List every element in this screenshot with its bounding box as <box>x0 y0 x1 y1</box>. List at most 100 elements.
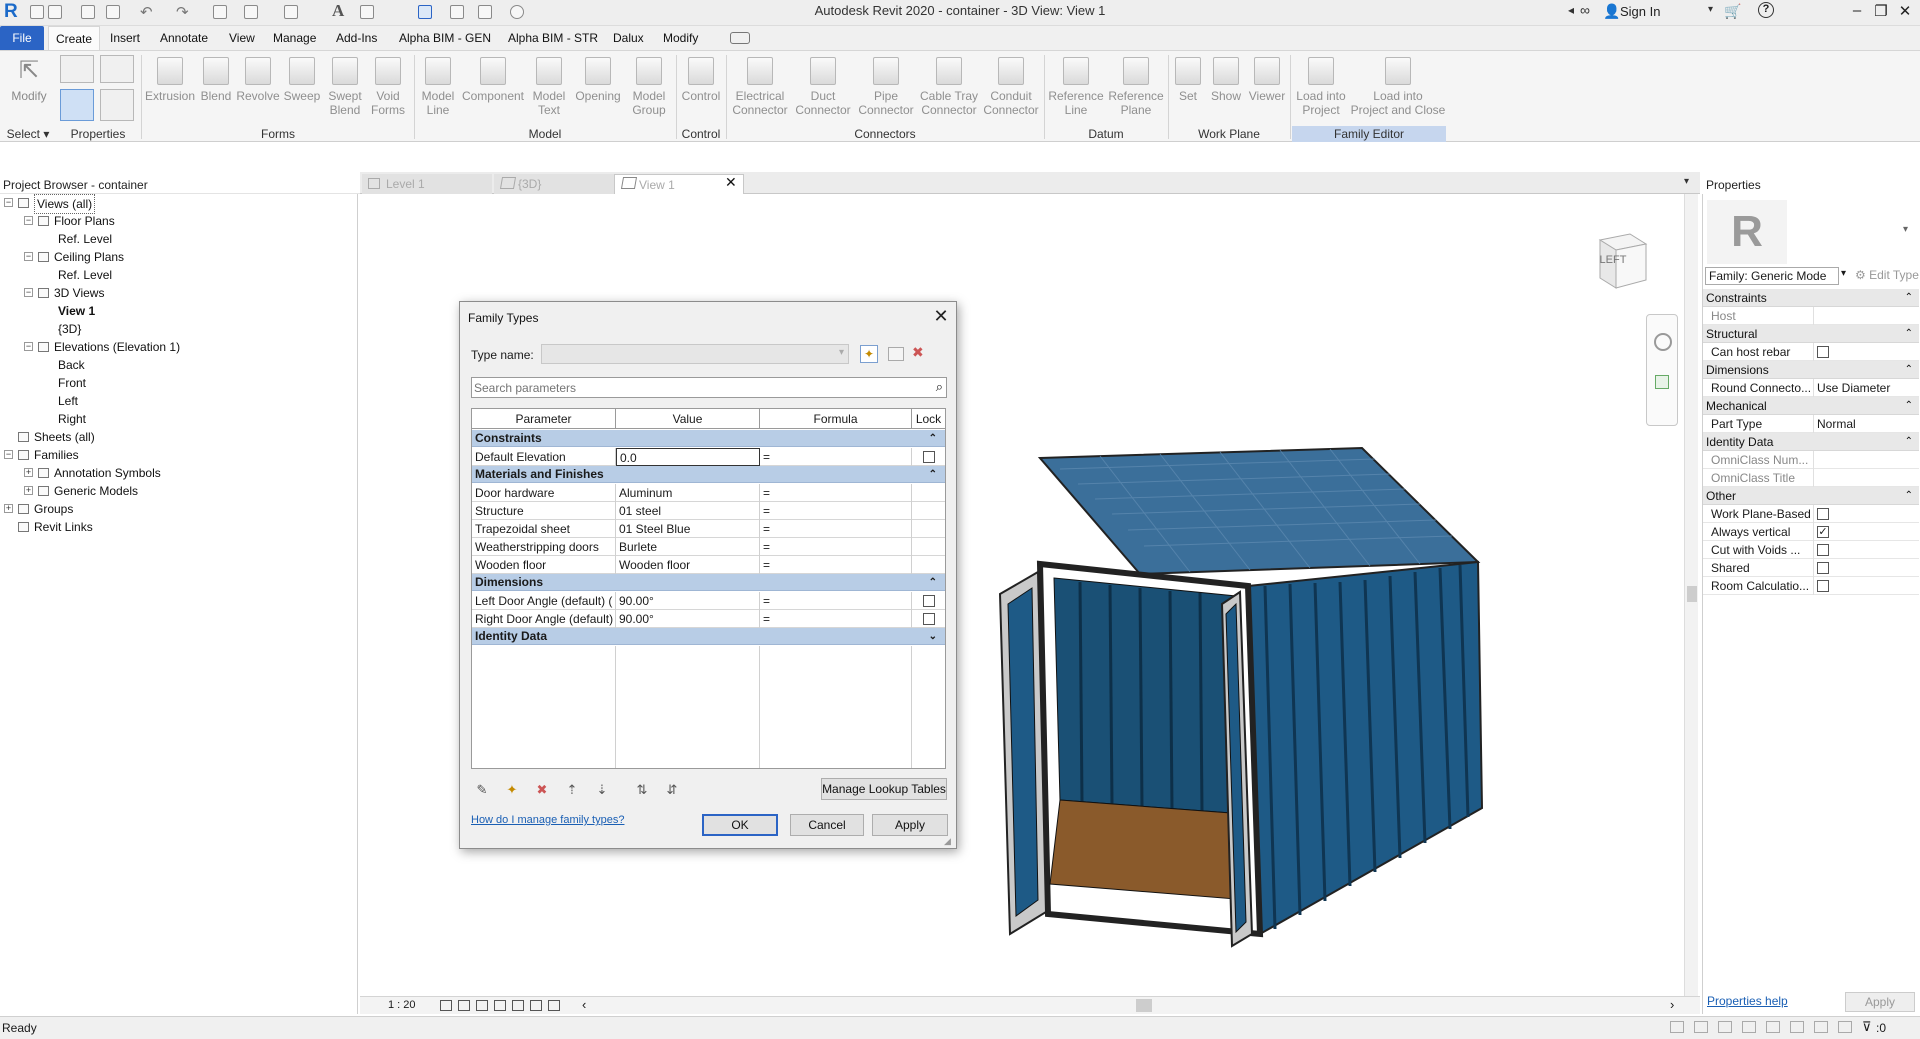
model-text-button[interactable]: Model Text <box>526 55 572 125</box>
shadows-icon[interactable] <box>494 1000 506 1011</box>
property-value[interactable] <box>1813 343 1919 361</box>
worksets-icon[interactable] <box>1670 1021 1684 1033</box>
collapse-icon[interactable]: − <box>4 450 13 459</box>
tree-node[interactable]: − Views (all) <box>0 194 356 214</box>
drag-elements-icon[interactable] <box>1814 1021 1828 1033</box>
type-name-dropdown[interactable]: ▾ <box>541 344 849 364</box>
parameters-grid[interactable]: Parameter Value Formula Lock Constraints… <box>471 408 946 769</box>
search-parameters-field[interactable]: ⌕ <box>471 377 947 398</box>
hide-crop-icon[interactable] <box>548 1000 560 1011</box>
sun-path-icon[interactable] <box>476 1000 488 1011</box>
crop-icon[interactable] <box>530 1000 542 1011</box>
checkbox[interactable] <box>1817 543 1829 556</box>
checkbox[interactable] <box>1817 507 1829 520</box>
load-into-project-and-close-button[interactable]: Load into Project and Close <box>1350 55 1446 125</box>
property-value[interactable] <box>1813 451 1919 469</box>
filter-icon[interactable]: ⊽ <box>1862 1019 1872 1035</box>
parameter-formula[interactable]: = <box>760 448 912 466</box>
expand-icon[interactable]: + <box>4 504 13 513</box>
conduit-connector-button[interactable]: Conduit Connector <box>980 55 1042 125</box>
duct-connector-button[interactable]: Duct Connector <box>792 55 854 125</box>
cancel-button[interactable]: Cancel <box>790 814 864 836</box>
column-lock[interactable]: Lock <box>912 409 945 429</box>
expand-icon[interactable]: ⌄ <box>929 628 937 645</box>
collapse-icon[interactable]: ⌃ <box>929 574 937 591</box>
manage-lookup-tables-button[interactable]: Manage Lookup Tables <box>821 778 947 800</box>
parameter-row[interactable]: Right Door Angle (default) 90.00° = <box>472 610 945 628</box>
tree-node[interactable]: − Floor Plans <box>0 212 356 230</box>
checkbox[interactable] <box>1817 345 1829 358</box>
swept-blend-button[interactable]: Swept Blend <box>324 55 366 125</box>
property-value[interactable] <box>1813 505 1919 523</box>
collapse-icon[interactable]: ⌃ <box>1905 397 1913 415</box>
collapse-icon[interactable]: − <box>24 252 33 261</box>
help-link[interactable]: How do I manage family types? <box>471 814 624 826</box>
tabs-menu-icon[interactable]: ▾ <box>1684 176 1689 187</box>
properties-apply-button[interactable]: Apply <box>1845 992 1915 1012</box>
family-category-button[interactable] <box>100 89 134 121</box>
select-pinned-icon[interactable] <box>1766 1021 1780 1033</box>
tree-node[interactable]: + Groups <box>0 500 356 518</box>
parameter-row[interactable]: Door hardware Aluminum = <box>472 484 945 502</box>
move-down-icon[interactable]: ⇣ <box>594 782 610 798</box>
model-line-button[interactable]: Model Line <box>416 55 460 125</box>
viewer-button[interactable]: Viewer <box>1246 55 1288 125</box>
detail-level-icon[interactable] <box>440 1000 452 1011</box>
parameter-group[interactable]: Dimensions ⌃ <box>472 574 945 591</box>
collapse-icon[interactable]: ⌃ <box>929 430 937 447</box>
dropdown-arrow-icon[interactable]: ▾ <box>1841 268 1846 279</box>
panel-select[interactable]: Select ▾ <box>0 126 56 142</box>
properties-help-link[interactable]: Properties help <box>1707 994 1788 1008</box>
user-icon[interactable]: 👤 <box>1603 3 1620 20</box>
parameter-formula[interactable]: = <box>760 538 912 556</box>
collapse-icon[interactable]: ⌃ <box>1905 433 1913 451</box>
dialog-close-icon[interactable]: ✕ <box>930 305 952 327</box>
parameter-value[interactable]: 01 Steel Blue <box>616 520 760 538</box>
properties-small-icon[interactable] <box>60 55 94 83</box>
expand-icon[interactable]: + <box>24 486 33 495</box>
parameter-formula[interactable]: = <box>760 592 912 610</box>
help-icon[interactable]: ? <box>1758 2 1774 18</box>
extrusion-button[interactable]: Extrusion <box>144 55 196 125</box>
scroll-right-icon[interactable]: › <box>1670 997 1674 1012</box>
property-value[interactable] <box>1813 577 1919 595</box>
tree-node[interactable]: Back <box>0 356 356 374</box>
tree-node[interactable]: Ref. Level <box>0 266 356 284</box>
parameter-row[interactable]: Left Door Angle (default) (90.00° = <box>472 592 945 610</box>
property-value[interactable]: ✓ <box>1813 523 1919 541</box>
search-icon[interactable]: ⌕ <box>936 379 943 395</box>
collapse-icon[interactable]: − <box>24 342 33 351</box>
parameter-formula[interactable]: = <box>760 520 912 538</box>
instance-type-dropdown[interactable]: Family: Generic Mode <box>1705 267 1839 285</box>
new-parameter-icon[interactable]: ✦ <box>504 782 520 798</box>
tab-file[interactable]: File <box>0 26 44 50</box>
parameter-value[interactable]: 90.00° <box>616 610 760 628</box>
parameter-formula[interactable]: = <box>760 502 912 520</box>
electrical-connector-button[interactable]: Electrical Connector <box>728 55 792 125</box>
checkbox[interactable] <box>1817 561 1829 574</box>
binoculars-icon[interactable]: ∞ <box>1580 2 1590 18</box>
cable-tray-connector-button[interactable]: Cable Tray Connector <box>918 55 980 125</box>
tab-alpha-bim-gen[interactable]: Alpha BIM - GEN <box>391 26 499 50</box>
reference-plane-button[interactable]: Reference Plane <box>1106 55 1166 125</box>
collapse-icon[interactable]: ⌃ <box>1905 361 1913 379</box>
sign-in-link[interactable]: Sign In <box>1620 4 1660 19</box>
parameter-value[interactable]: Burlete <box>616 538 760 556</box>
checkbox[interactable] <box>1817 579 1829 592</box>
load-into-project-button[interactable]: Load into Project <box>1292 55 1350 125</box>
pipe-connector-button[interactable]: Pipe Connector <box>854 55 918 125</box>
property-group[interactable]: Structural ⌃ <box>1703 325 1919 343</box>
rename-type-icon[interactable] <box>888 347 904 361</box>
property-group[interactable]: Constraints ⌃ <box>1703 289 1919 307</box>
design-options-icon[interactable] <box>1694 1021 1708 1033</box>
ok-button[interactable]: OK <box>702 814 778 836</box>
collapse-icon[interactable]: ⌃ <box>929 466 937 483</box>
lock-checkbox[interactable] <box>922 612 935 625</box>
tab-manage[interactable]: Manage <box>265 26 324 50</box>
parameter-row[interactable]: Weatherstripping doors Burlete = <box>472 538 945 556</box>
reference-line-button[interactable]: Reference Line <box>1046 55 1106 125</box>
modify-button[interactable]: ⇱ Modify <box>4 55 54 125</box>
collapse-icon[interactable]: ⌃ <box>1905 325 1913 343</box>
parameter-formula[interactable]: = <box>760 556 912 574</box>
column-formula[interactable]: Formula <box>760 409 912 429</box>
